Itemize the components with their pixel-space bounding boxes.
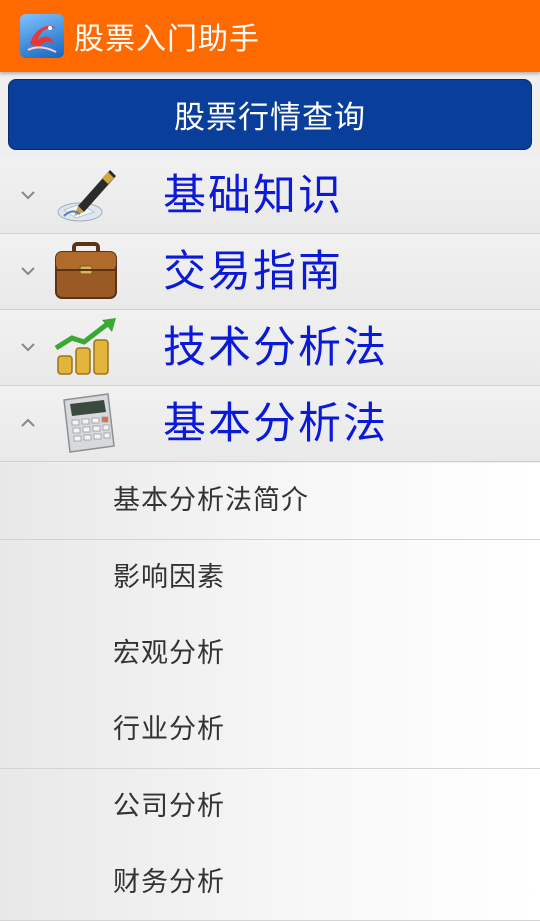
group-technical-analysis[interactable]: 技术分析法 <box>0 310 540 386</box>
calculator-icon <box>63 393 115 453</box>
list-item[interactable]: 基本分析法简介 <box>0 463 540 540</box>
list-item[interactable]: 行业分析 <box>0 692 540 769</box>
chevron-up-icon <box>21 418 35 427</box>
group-label: 基本分析法 <box>163 399 388 449</box>
list-item-label: 宏观分析 <box>113 638 225 669</box>
chevron-down-icon <box>21 343 35 352</box>
list-item-label: 行业分析 <box>113 714 225 745</box>
app-title: 股票入门助手 <box>74 22 260 57</box>
dragon-logo-icon <box>20 14 64 58</box>
group-trading-guide[interactable]: 交易指南 <box>0 234 540 310</box>
group-label: 技术分析法 <box>163 323 388 373</box>
list-item-label: 财务分析 <box>113 867 225 898</box>
stock-quote-query-button[interactable]: 股票行情查询 <box>8 79 532 150</box>
briefcase-icon <box>55 242 117 299</box>
app-bar: 股票入门助手 <box>0 0 540 72</box>
list-item[interactable]: 财务分析 <box>0 845 540 921</box>
coins-chart-icon <box>54 318 116 375</box>
fountain-pen-icon <box>57 170 116 222</box>
group-label: 基础知识 <box>163 171 343 221</box>
chevron-down-icon <box>21 191 35 200</box>
list-item-label: 基本分析法简介 <box>113 485 309 516</box>
chevron-down-icon <box>21 267 35 276</box>
list-item[interactable]: 影响因素 <box>0 540 540 617</box>
list-item[interactable]: 宏观分析 <box>0 616 540 693</box>
group-fundamental-analysis[interactable]: 基本分析法 <box>0 386 540 462</box>
list-item[interactable]: 公司分析 <box>0 769 540 846</box>
list-item-label: 影响因素 <box>113 562 225 593</box>
group-basic-knowledge[interactable]: 基础知识 <box>0 158 540 234</box>
list-item-label: 公司分析 <box>113 791 225 822</box>
group-label: 交易指南 <box>163 247 343 297</box>
